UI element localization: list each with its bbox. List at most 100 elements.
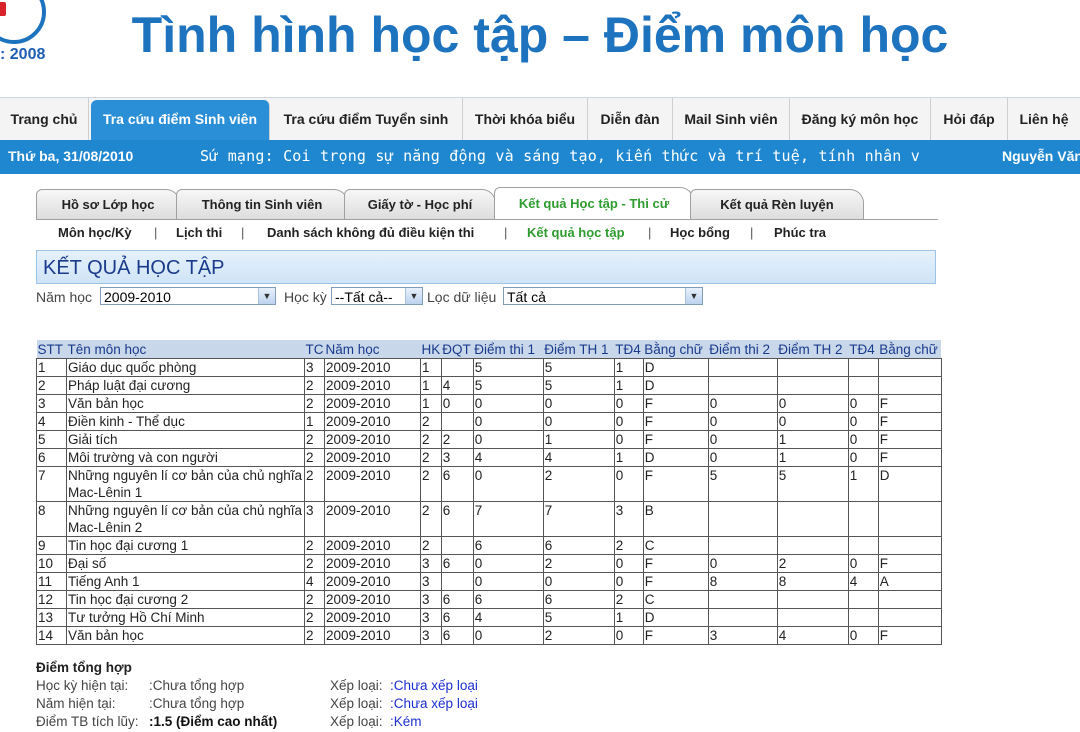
table-cell: 0 xyxy=(847,430,879,449)
table-cell: 6 xyxy=(440,590,474,609)
table-cell: 6 xyxy=(36,448,67,467)
sub-navigation: Môn học/Kỳ | Lịch thi | Danh sách không … xyxy=(36,222,936,246)
tab-study-results[interactable]: Kết quả Học tập - Thi cử xyxy=(494,187,694,220)
table-row: 1 Giáo dục quốc phòng 3 2009-2010 1 5 5 1 D xyxy=(36,358,942,377)
grades-table: STT Tên môn học TC Năm học HK ĐQT Điểm thi 1 Đi… xyxy=(36,340,942,645)
table-cell: 2 xyxy=(420,412,442,431)
table-cell: 14 xyxy=(36,626,67,645)
year-select[interactable]: 2009-2010 ▼ xyxy=(100,287,276,305)
overall-rank-value: :Kém xyxy=(390,714,422,729)
table-cell: 2 xyxy=(304,466,325,502)
nav-timetable[interactable]: Thời khóa biểu xyxy=(463,98,588,140)
table-cell: 0 xyxy=(472,572,544,591)
table-cell: 0 xyxy=(542,412,615,431)
table-cell: 2009-2010 xyxy=(324,536,421,555)
nav-student-mail[interactable]: Mail Sinh viên xyxy=(673,98,790,140)
course-name-cell: Pháp luật đại cương xyxy=(66,376,305,395)
table-cell: 3 xyxy=(304,501,325,537)
table-cell: 1 xyxy=(613,608,644,627)
column-header: Bằng chữ xyxy=(878,340,942,359)
column-header: Điểm thi 2 xyxy=(708,340,778,359)
table-cell: F xyxy=(642,466,709,502)
course-name-cell: Tin học đại cương 1 xyxy=(66,536,305,555)
table-cell: 3 xyxy=(707,626,778,645)
column-header: Điểm TH 2 xyxy=(777,340,849,359)
table-cell: 3 xyxy=(36,394,67,413)
table-cell: 2 xyxy=(304,394,325,413)
column-header: TĐ4 xyxy=(848,340,879,359)
nav-contact[interactable]: Liên hệ xyxy=(1008,98,1080,140)
table-cell: 2 xyxy=(613,536,644,555)
tab-documents-fees[interactable]: Giấy tờ - Học phí xyxy=(344,189,496,220)
table-cell: 2 xyxy=(420,466,442,502)
column-header: Bằng chữ xyxy=(643,340,709,359)
table-cell: 2009-2010 xyxy=(324,376,421,395)
subnav-separator: | xyxy=(648,225,652,240)
column-header: TC xyxy=(304,340,325,359)
chevron-down-icon[interactable]: ▼ xyxy=(405,288,422,304)
table-cell: 2 xyxy=(776,554,849,573)
subnav-scholarship[interactable]: Học bổng xyxy=(670,222,730,244)
tab-student-info[interactable]: Thông tin Sinh viên xyxy=(176,189,348,220)
table-cell: 2009-2010 xyxy=(324,412,421,431)
table-cell: 0 xyxy=(776,412,849,431)
table-row: 14 Văn bản học 2 2009-2010 3 6 0 2 0 F 3 4 0 F xyxy=(36,626,942,645)
term-select[interactable]: --Tất cả-- ▼ xyxy=(331,287,423,305)
nav-faq[interactable]: Hỏi đáp xyxy=(931,98,1008,140)
table-cell: 5 xyxy=(542,608,615,627)
table-cell: 5 xyxy=(776,466,849,502)
table-cell xyxy=(847,590,879,609)
table-cell: 2009-2010 xyxy=(324,394,421,413)
subnav-separator: | xyxy=(750,225,754,240)
subnav-separator: | xyxy=(154,225,158,240)
tab-class-profile[interactable]: Hồ sơ Lớp học xyxy=(36,189,180,220)
table-cell: B xyxy=(642,501,709,537)
table-cell: 0 xyxy=(472,394,544,413)
nav-course-registration[interactable]: Đăng ký môn học xyxy=(790,98,931,140)
table-cell: 0 xyxy=(707,394,778,413)
section-heading: KẾT QUẢ HỌC TẬP xyxy=(36,250,936,284)
table-cell: 0 xyxy=(440,394,474,413)
summary-heading: Điểm tổng hợp xyxy=(36,660,132,675)
course-name-cell: Giáo dục quốc phòng xyxy=(66,358,305,377)
table-cell: 2 xyxy=(613,590,644,609)
table-cell: 9 xyxy=(36,536,67,555)
table-cell: 0 xyxy=(472,430,544,449)
table-cell: 3 xyxy=(613,501,644,537)
subnav-exam-schedule[interactable]: Lịch thi xyxy=(176,222,222,244)
table-cell: 8 xyxy=(707,572,778,591)
subnav-study-results[interactable]: Kết quả học tập xyxy=(527,222,625,244)
table-cell: 4 xyxy=(440,376,474,395)
nav-admission-grades[interactable]: Tra cứu điểm Tuyển sinh xyxy=(270,98,463,140)
chevron-down-icon[interactable]: ▼ xyxy=(685,288,702,304)
nav-home[interactable]: Trang chủ xyxy=(0,98,89,140)
term-summary-label: Học kỳ hiện tại: xyxy=(36,678,129,693)
nav-student-grades[interactable]: Tra cứu điểm Sinh viên xyxy=(91,100,270,140)
table-cell xyxy=(776,501,849,537)
table-cell xyxy=(707,536,778,555)
nav-forum[interactable]: Diễn đàn xyxy=(588,98,673,140)
chevron-down-icon[interactable]: ▼ xyxy=(258,288,275,304)
subnav-courses-term[interactable]: Môn học/Kỳ xyxy=(58,222,132,244)
table-row: 6 Môi trường và con người 2 2009-2010 2 3 4 4 1 D… xyxy=(36,448,942,467)
table-cell xyxy=(440,536,474,555)
subnav-separator: | xyxy=(504,225,508,240)
table-cell: F xyxy=(877,394,942,413)
table-cell: 2009-2010 xyxy=(324,626,421,645)
tab-training-results[interactable]: Kết quả Rèn luyện xyxy=(690,189,864,220)
table-cell: 3 xyxy=(420,554,442,573)
table-cell: 4 xyxy=(847,572,879,591)
section-tabs: Hồ sơ Lớp học Thông tin Sinh viên Giấy t… xyxy=(36,187,866,220)
table-cell: 4 xyxy=(776,626,849,645)
table-cell: 6 xyxy=(542,536,615,555)
table-cell: 2 xyxy=(420,536,442,555)
subnav-ineligible-list[interactable]: Danh sách không đủ điều kiện thi xyxy=(267,222,474,244)
data-filter-select[interactable]: Tất cả ▼ xyxy=(503,287,703,305)
table-row: 12 Tin học đại cương 2 2 2009-2010 3 6 6 6 2 C xyxy=(36,590,942,609)
user-name[interactable]: Nguyễn Văn xyxy=(1002,140,1080,172)
table-row: 7 Những nguyên lí cơ bản của chủ nghĩa Ma… xyxy=(36,466,942,502)
table-cell: 0 xyxy=(613,572,644,591)
subnav-review[interactable]: Phúc tra xyxy=(774,222,826,244)
column-header: Năm học xyxy=(324,340,421,359)
table-cell: 2 xyxy=(304,376,325,395)
